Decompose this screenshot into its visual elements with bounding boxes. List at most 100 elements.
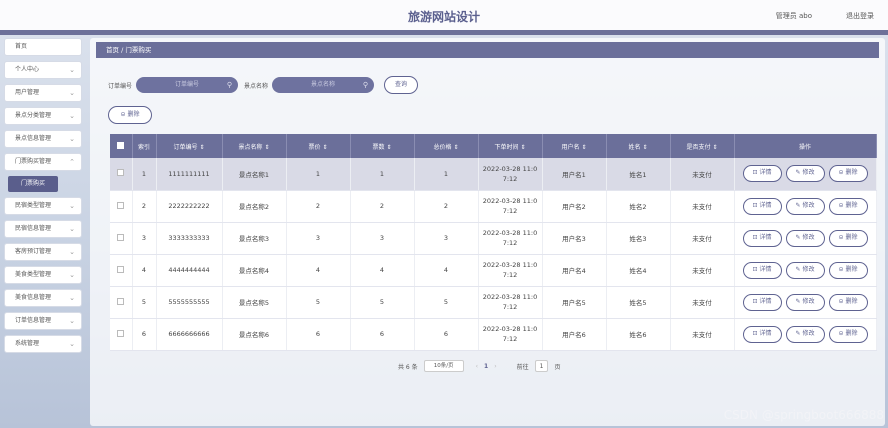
delete-button[interactable]: ⊝ 删除 [828, 325, 868, 343]
cell-time: 2022-03-28 11:0 7:12 [478, 254, 543, 287]
edit-button[interactable]: ✎ 修改 [785, 165, 825, 183]
table-row[interactable]: 3 3333333333 景点名称3 3 3 3 2022-03-28 11:0 7:12 用… [110, 222, 877, 255]
cell-user: 用户名3 [542, 222, 607, 255]
sidebar-item[interactable]: 系统管理 ⌄ [4, 335, 82, 353]
sidebar-item-label: 美食信息管理 [15, 294, 52, 301]
sidebar-item[interactable]: 美食类型管理 ⌄ [4, 266, 82, 284]
chevron-icon: ⌄ [69, 340, 75, 348]
current-page[interactable]: 1 [484, 363, 488, 370]
row-checkbox[interactable] [117, 201, 125, 209]
sidebar-item[interactable]: 订单信息管理 ⌄ [4, 312, 82, 330]
logout-link[interactable]: 退出登录 [846, 11, 874, 21]
table-row[interactable]: 1 1111111111 景点名称1 1 1 1 2022-03-28 11:0 7:12 用… [110, 158, 877, 191]
sidebar-item[interactable]: 民宿信息管理 ⌄ [4, 220, 82, 238]
column-header[interactable]: 票价 ⇕ [286, 134, 351, 158]
column-header[interactable]: 是否支付 ⇕ [670, 134, 735, 158]
sidebar-item[interactable]: 个人中心 ⌄ [4, 61, 82, 79]
ticket-table: 索引 订单编号 ⇕ 景点名称 ⇕ 票价 ⇕ 票数 ⇕ 总价格 ⇕ 下单时间 ⇕ 用户名 ⇕ 姓名… [110, 134, 877, 351]
total-count: 共 6 条 [398, 363, 418, 371]
sidebar-item[interactable]: 美食信息管理 ⌄ [4, 289, 82, 307]
column-header[interactable]: 姓名 ⇕ [606, 134, 671, 158]
row-checkbox[interactable] [117, 297, 125, 305]
scenic-name-input[interactable]: 景点名称 ⚲ [272, 77, 375, 93]
select-all-checkbox[interactable] [117, 141, 125, 149]
column-header[interactable]: 下单时间 ⇕ [478, 134, 543, 158]
sidebar-item[interactable]: 用户管理 ⌄ [4, 84, 82, 102]
edit-button[interactable]: ✎ 修改 [785, 293, 825, 311]
top-bar: 旅游网站设计 管理员 abo 退出登录 [0, 0, 888, 30]
header-band [0, 30, 888, 35]
cell-total: 3 [414, 222, 479, 255]
detail-button[interactable]: ⊡ 详情 [742, 229, 782, 247]
detail-button[interactable]: ⊡ 详情 [742, 197, 782, 215]
cell-order: 6666666666 [156, 318, 223, 351]
goto-page-input[interactable]: 1 [534, 360, 549, 372]
edit-button[interactable]: ✎ 修改 [785, 261, 825, 279]
table-header-row: 索引 订单编号 ⇕ 景点名称 ⇕ 票价 ⇕ 票数 ⇕ 总价格 ⇕ 下单时间 ⇕ 用户名 ⇕ 姓名… [110, 134, 877, 158]
cell-scenic: 景点名称6 [222, 318, 287, 351]
watermark: CSDN @springboot666888 [723, 408, 884, 422]
breadcrumb-home[interactable]: 首页 [106, 46, 119, 54]
table-row[interactable]: 4 4444444444 景点名称4 4 4 4 2022-03-28 11:0 7:12 用… [110, 254, 877, 287]
row-checkbox[interactable] [117, 169, 125, 177]
filter-bar: 订单编号 订单编号 ⚲ 景点名称 景点名称 ⚲ 查询 [108, 76, 419, 94]
sidebar-item[interactable]: 景点分类管理 ⌄ [4, 107, 82, 125]
next-page-button[interactable]: › [494, 363, 496, 370]
detail-button[interactable]: ⊡ 详情 [742, 325, 782, 343]
cell-price: 1 [286, 158, 351, 191]
column-header[interactable]: 总价格 ⇕ [414, 134, 479, 158]
chevron-icon: ⌃ [69, 158, 75, 166]
table-row[interactable]: 5 5555555555 景点名称5 5 5 5 2022-03-28 11:0 7:12 用… [110, 286, 877, 319]
cell-qty: 2 [350, 190, 415, 223]
column-header[interactable]: 票数 ⇕ [350, 134, 415, 158]
breadcrumb: 首页 / 门票购买 [96, 42, 879, 58]
order-number-input[interactable]: 订单编号 ⚲ [136, 77, 239, 93]
sidebar-item-label: 民宿类型管理 [15, 202, 52, 209]
column-header[interactable]: 订单编号 ⇕ [156, 134, 223, 158]
delete-button[interactable]: ⊝ 删除 [828, 229, 868, 247]
edit-button[interactable]: ✎ 修改 [785, 325, 825, 343]
sidebar-item[interactable]: 民宿类型管理 ⌄ [4, 197, 82, 215]
edit-button[interactable]: ✎ 修改 [785, 197, 825, 215]
select-all-header[interactable] [110, 134, 133, 158]
sidebar-item[interactable]: 景点信息管理 ⌄ [4, 130, 82, 148]
chevron-icon: ⌄ [69, 271, 75, 279]
table-row[interactable]: 6 6666666666 景点名称6 6 6 6 2022-03-28 11:0 7:12 用… [110, 318, 877, 351]
cell-idx: 6 [132, 318, 157, 351]
cell-order: 5555555555 [156, 286, 223, 319]
table-row[interactable]: 2 2222222222 景点名称2 2 2 2 2022-03-28 11:0 7:12 用… [110, 190, 877, 223]
cell-time: 2022-03-28 11:0 7:12 [478, 190, 543, 223]
row-checkbox[interactable] [117, 329, 125, 337]
page-size-select[interactable]: 10条/页 [423, 360, 464, 372]
detail-button[interactable]: ⊡ 详情 [742, 165, 782, 183]
sidebar-item[interactable]: 客房预订管理 ⌄ [4, 243, 82, 261]
chevron-icon: ⌄ [69, 202, 75, 210]
row-select-cell [110, 318, 133, 351]
row-select-cell [110, 158, 133, 191]
sidebar-subitem-ticket-purchase[interactable]: 门票购买 [8, 176, 58, 192]
detail-button[interactable]: ⊡ 详情 [742, 261, 782, 279]
sidebar-item[interactable]: 门票购买管理 ⌃ [4, 153, 82, 171]
cell-user: 用户名2 [542, 190, 607, 223]
edit-button[interactable]: ✎ 修改 [785, 229, 825, 247]
delete-button[interactable]: ⊝ 删除 [828, 261, 868, 279]
cell-order: 3333333333 [156, 222, 223, 255]
sidebar-item[interactable]: 首页 [4, 38, 82, 56]
row-checkbox[interactable] [117, 265, 125, 273]
prev-page-button[interactable]: ‹ [476, 363, 478, 370]
detail-button[interactable]: ⊡ 详情 [742, 293, 782, 311]
delete-button[interactable]: ⊝ 删除 [828, 293, 868, 311]
column-header[interactable]: 用户名 ⇕ [542, 134, 607, 158]
search-button[interactable]: 查询 [384, 76, 419, 94]
batch-delete-button[interactable]: ⊝ 删除 [108, 106, 152, 124]
row-checkbox[interactable] [117, 233, 125, 241]
delete-button[interactable]: ⊝ 删除 [828, 165, 868, 183]
column-header[interactable]: 索引 [132, 134, 157, 158]
delete-button[interactable]: ⊝ 删除 [828, 197, 868, 215]
sidebar-item-label: 景点分类管理 [15, 112, 52, 119]
sidebar: 首页 个人中心 ⌄ 用户管理 ⌄ 景点分类管理 ⌄ 景点信息管理 ⌄ 门票购买管理 ⌃ 门票购买 民宿类… [4, 38, 82, 358]
cell-total: 5 [414, 286, 479, 319]
column-header[interactable]: 景点名称 ⇕ [222, 134, 287, 158]
cell-scenic: 景点名称3 [222, 222, 287, 255]
column-header[interactable]: 操作 [734, 134, 877, 158]
